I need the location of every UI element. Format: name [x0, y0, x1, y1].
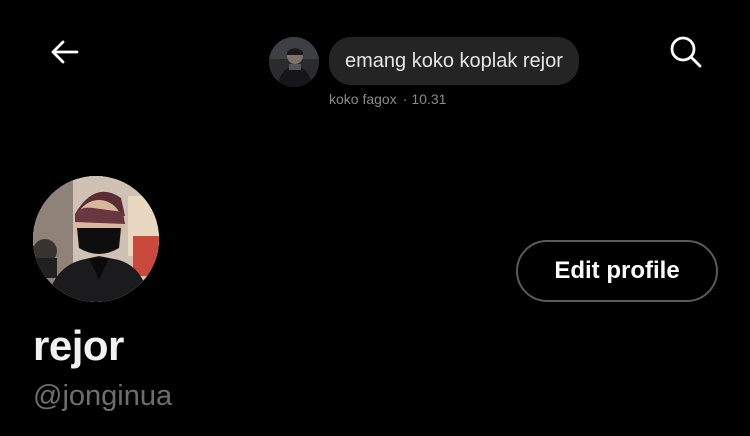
message-separator: · [402, 91, 408, 107]
back-button[interactable] [44, 32, 86, 72]
message-bubble[interactable]: emang koko koplak rejor [329, 37, 579, 85]
search-icon [670, 36, 702, 68]
sender-avatar-image [269, 37, 319, 87]
profile-handle: @jonginua [33, 380, 173, 412]
message-sender: koko fagox [329, 91, 397, 107]
message-meta: koko fagox · 10.31 [329, 91, 446, 107]
profile-avatar[interactable] [33, 176, 159, 302]
search-button[interactable] [664, 30, 708, 74]
message-time: 10.31 [411, 91, 447, 107]
message-text: emang koko koplak rejor [345, 49, 563, 72]
arrow-left-icon [51, 40, 79, 64]
profile-avatar-image [33, 176, 159, 302]
edit-profile-button[interactable]: Edit profile [516, 240, 718, 302]
profile-display-name: rejor [33, 322, 124, 369]
sender-avatar[interactable] [269, 37, 319, 87]
